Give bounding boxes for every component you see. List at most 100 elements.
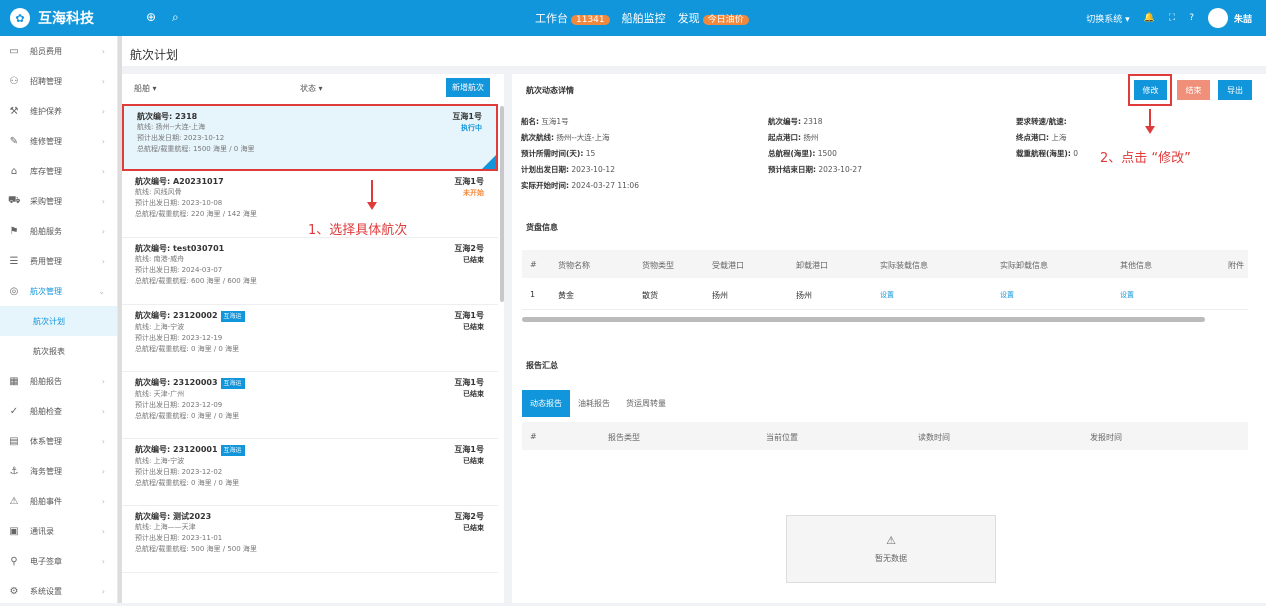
help-icon[interactable]: ? — [1189, 13, 1194, 23]
sidebar-item[interactable]: ⌂ 库存管理 › — [0, 156, 117, 186]
chevron-right-icon: › — [101, 526, 105, 536]
calendar-icon: ▦ — [9, 375, 19, 387]
export-button[interactable]: 导出 — [1218, 80, 1252, 100]
sidebar-item[interactable]: ▣ 通讯录 › — [0, 516, 117, 546]
workbench-link[interactable]: 工作台 11341 — [535, 10, 610, 26]
sidebar-item-label: 船舶服务 — [30, 226, 62, 236]
voyage-route: 航线: 南港-威舟 — [135, 255, 185, 263]
sidebar-item[interactable]: ⚙ 系统设置 › — [0, 576, 117, 606]
voyage-item[interactable]: 航次编号: test030701 航线: 南港-威舟预计出发日期: 2024-03… — [122, 238, 498, 305]
end-button[interactable]: 结束 — [1177, 80, 1210, 100]
search-icon[interactable]: ⌕ — [172, 10, 179, 25]
voyage-number: 航次编号: 23120002 互海运 — [135, 310, 485, 322]
sidebar-item[interactable]: 航次计划 — [0, 306, 117, 336]
sidebar-item[interactable]: ◎ 航次管理 ⌄ — [0, 276, 117, 306]
voyage-item[interactable]: 航次编号: 23120002 互海运 航线: 上海-宁波 预计出发日期: 2023-1… — [122, 305, 498, 372]
voyage-date: 预计出发日期: 2023-10-12 — [137, 134, 225, 142]
table-cell: 散货 — [642, 291, 658, 300]
info-end-date: 预计结束日期: 2023-10-27 — [768, 165, 862, 174]
column-header: 其他信息 — [1120, 261, 1152, 270]
sidebar-item[interactable]: ⚲ 电子签章 › — [0, 546, 117, 576]
page-title: 航次计划 — [122, 36, 1266, 66]
voyage-item[interactable]: 航次编号: 测试2023 航线: 上海——天津 预计出发日期: 2023-11-01… — [122, 506, 498, 573]
annotation-step-1: 1、选择具体航次 — [308, 223, 408, 238]
app-logo[interactable]: ✿ 互海科技 — [10, 7, 120, 29]
voyage-range: 总航程/载重航程: 600 海里 / 600 海里 — [135, 277, 257, 285]
voyage-date: 预计出发日期: 2024-03-07 — [135, 266, 223, 274]
voyage-status: 已结束 — [463, 323, 484, 331]
voyage-range: 总航程/载重航程: 0 海里 / 0 海里 — [135, 412, 240, 420]
bell-icon[interactable]: 🔔 — [1144, 13, 1155, 23]
ship-filter[interactable]: 船舶 ▾ — [134, 83, 157, 94]
settings-link[interactable]: 设置 — [1000, 290, 1014, 300]
voyage-item[interactable]: 航次编号: 23120003 互海运 航线: 天津-广州 预计出发日期: 2023-1… — [122, 372, 498, 439]
cargo-table-header: # 货物名称 货物类型 受载港口 卸载港口 实际装载信息 实际卸载信息 其他信息 附件 — [522, 250, 1248, 278]
annotation-arrow-1 — [371, 180, 373, 202]
status-filter[interactable]: 状态 ▾ — [300, 83, 323, 94]
switch-system-menu[interactable]: 切换系统 ▾ — [1086, 12, 1129, 25]
info-plan-date: 计划出发日期: 2023-10-12 — [521, 165, 615, 174]
ship-monitor-link[interactable]: 船舶监控 — [622, 10, 666, 26]
voyage-list-scrollbar[interactable] — [500, 106, 504, 302]
voyage-route: 航线: 风线风骨 — [135, 188, 182, 196]
settings-link[interactable]: 设置 — [1120, 290, 1134, 300]
annotation-step-2: 2、点击 “修改” — [1100, 151, 1191, 166]
voyage-range: 总航程/载重航程: 0 海里 / 0 海里 — [135, 345, 240, 353]
voyage-ship: 互海1号 — [454, 445, 484, 454]
sidebar-item[interactable]: ⚒ 维护保养 › — [0, 96, 117, 126]
info-start-time: 实际开始时间: 2024-03-27 11:06 — [521, 181, 639, 190]
detail-title: 航次动态详情 — [526, 86, 574, 95]
chevron-right-icon: › — [101, 406, 105, 416]
sidebar-item-label: 体系管理 — [30, 436, 62, 446]
column-header: # — [530, 432, 537, 441]
sidebar-item[interactable]: ☰ 费用管理 › — [0, 246, 117, 276]
cargo-table-scrollbar[interactable] — [522, 317, 1205, 322]
sidebar: ▭ 船员费用 › ⚇ 招聘管理 › ⚒ 维护保养 › ✎ 维修管理 › ⌂ 库存管理 › ⛟ 采购管理 › ⚑ 船舶服… — [0, 36, 118, 603]
add-voyage-button[interactable]: 新增航次 — [446, 78, 490, 97]
sidebar-item[interactable]: ⚇ 招聘管理 › — [0, 66, 117, 96]
voyage-ship: 互海1号 — [454, 378, 484, 387]
sidebar-item[interactable]: ▦ 船舶报告 › — [0, 366, 117, 396]
voyage-number: 航次编号: test030701 — [135, 244, 225, 253]
column-header: # — [530, 260, 537, 269]
add-circle-icon[interactable]: ⊕ — [146, 10, 156, 24]
column-header: 货物类型 — [642, 261, 674, 270]
report-tab[interactable]: 油耗报告 — [570, 390, 618, 417]
column-header: 实际卸载信息 — [1000, 261, 1048, 270]
voyage-status: 未开始 — [463, 189, 484, 197]
oil-price-badge: 今日油价 — [702, 15, 749, 25]
sidebar-item-label: 系统设置 — [30, 586, 62, 596]
report-tab[interactable]: 货运周转量 — [618, 390, 674, 417]
edit-button[interactable]: 修改 — [1134, 80, 1167, 100]
empty-text: 暂无数据 — [875, 554, 907, 563]
avatar[interactable] — [1207, 8, 1228, 28]
settings-link[interactable]: 设置 — [880, 290, 894, 300]
sidebar-item[interactable]: ▤ 体系管理 › — [0, 426, 117, 456]
sidebar-item[interactable]: ⛟ 采购管理 › — [0, 186, 117, 216]
sidebar-item[interactable]: ▭ 船员费用 › — [0, 36, 117, 66]
voyage-item[interactable]: 航次编号: 23120001 互海运 航线: 上海-宁波 预计出发日期: 2023-1… — [122, 439, 498, 506]
sidebar-item[interactable]: ⚓ 海务管理 › — [0, 456, 117, 486]
voyage-range: 总航程/载重航程: 0 海里 / 0 海里 — [135, 479, 240, 487]
sidebar-item[interactable]: ⚠ 船舶事件 › — [0, 486, 117, 516]
sidebar-item[interactable]: ⚑ 船舶服务 › — [0, 216, 117, 246]
user-name[interactable]: 朱喆 — [1234, 12, 1252, 25]
voyage-item[interactable]: 航次编号: 2318 航线: 扬州--大连-上海 预计出发日期: 2023-10-1… — [122, 104, 498, 171]
sidebar-item-label: 采购管理 — [30, 196, 62, 206]
cargo-section-title: 货盘信息 — [526, 223, 558, 232]
column-header: 附件 — [1228, 261, 1244, 270]
voyage-ship: 互海2号 — [454, 244, 484, 253]
annotation-arrowhead-2 — [1145, 126, 1155, 134]
chevron-right-icon: › — [101, 226, 105, 236]
top-bar: ✿ 互海科技 ⊕ ⌕ 工作台 11341 船舶监控 发现 今日油价 切换系统 ▾ 🔔 … — [0, 0, 1266, 36]
sidebar-item[interactable]: ✓ 船舶检查 › — [0, 396, 117, 426]
voyage-status: 已结束 — [463, 457, 484, 465]
report-section-title: 报告汇总 — [526, 361, 558, 370]
sidebar-item-label: 维修管理 — [30, 136, 62, 146]
chevron-right-icon: › — [101, 496, 105, 506]
sidebar-item[interactable]: 航次报表 — [0, 336, 117, 366]
fullscreen-icon[interactable]: ⛶ — [1169, 13, 1175, 23]
discover-link[interactable]: 发现 今日油价 — [678, 10, 749, 26]
report-tab[interactable]: 动态报告 — [522, 390, 570, 417]
sidebar-item[interactable]: ✎ 维修管理 › — [0, 126, 117, 156]
